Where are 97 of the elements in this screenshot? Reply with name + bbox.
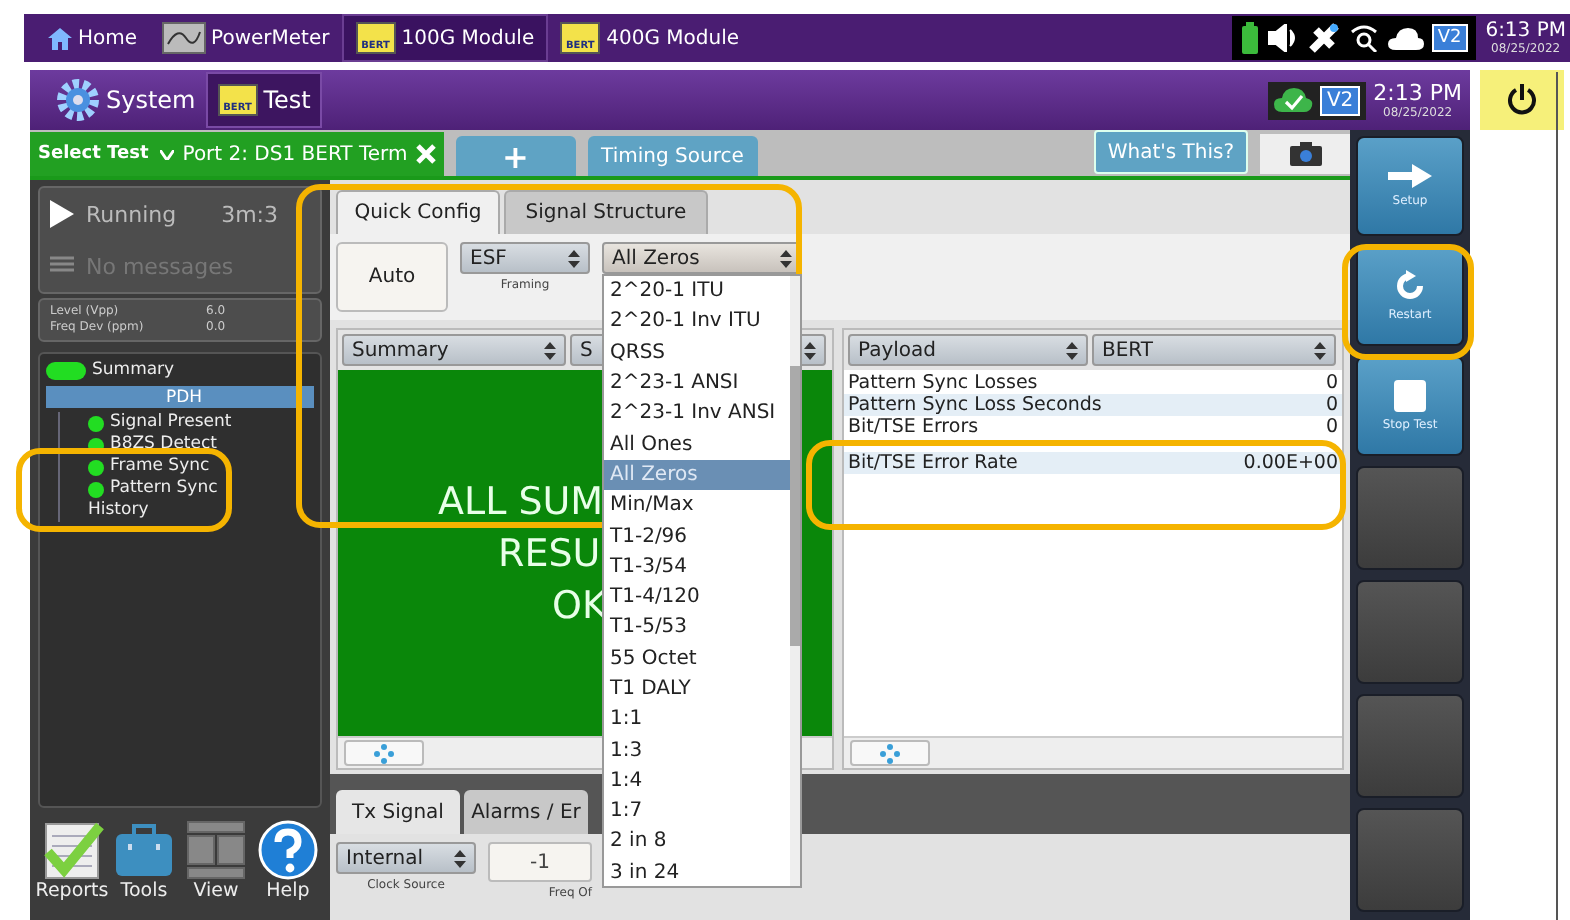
dropdown-option[interactable]: 2^23-1 ANSI [604, 367, 790, 399]
clock-source-select[interactable]: Internal [336, 842, 476, 874]
view-select[interactable]: Summary [342, 334, 566, 366]
run-state: Running [86, 201, 177, 228]
result-name: Bit/TSE Errors [848, 416, 979, 438]
dropdown-option[interactable]: 1:1 [604, 704, 790, 735]
tool-button[interactable]: Help [254, 820, 322, 916]
result-name: Pattern Sync Loss Seconds [848, 394, 1102, 416]
move-button[interactable] [850, 740, 930, 766]
dropdown-option[interactable]: T1-2/96 [604, 520, 790, 552]
tree-item[interactable]: Signal Present [88, 412, 314, 434]
move-icon [374, 743, 394, 763]
chevron-down-icon [160, 149, 175, 159]
result-name: Bit/TSE Error Rate [848, 452, 1018, 474]
step-button[interactable]: -1 [488, 842, 592, 882]
version-badge: V2 [1431, 24, 1468, 52]
camera-icon [1289, 142, 1321, 166]
dropdown-option[interactable]: 2^20-1 Inv ITU [604, 306, 790, 338]
dropdown-option[interactable]: Min/Max [604, 490, 790, 521]
view-select[interactable]: Payload [848, 334, 1088, 366]
layout-icon [184, 820, 248, 880]
summary-message: ALL SUM [438, 477, 604, 527]
dropdown-option[interactable]: 2^20-1 ITU [604, 276, 790, 307]
summary-message: RESU [496, 529, 601, 579]
dropdown-option[interactable]: T1-5/53 [604, 612, 790, 644]
clock-time: 2:13 PM [1373, 81, 1462, 105]
result-value: 0.00E+00 [1243, 452, 1338, 474]
close-icon[interactable] [415, 144, 436, 164]
result-name: Pattern Sync Losses [848, 372, 1038, 394]
tree-item[interactable]: Summary [46, 360, 314, 382]
dropdown-option[interactable]: 1:4 [604, 765, 790, 797]
cloud-check-icon [1274, 86, 1315, 114]
updown-icon [544, 341, 556, 359]
version-badge: V2 [1320, 85, 1360, 115]
power-icon [1506, 84, 1538, 116]
tree-item[interactable]: Pattern Sync [88, 478, 314, 500]
highlight-frame [1342, 244, 1474, 360]
updown-icon [1066, 341, 1078, 359]
dropdown-option[interactable]: All Ones [604, 428, 790, 460]
dropdown-option[interactable]: 2 in 8 [604, 826, 790, 858]
result-value: 0 [1325, 394, 1338, 416]
help-icon [256, 820, 320, 880]
dropdown-option[interactable]: 3 in 24 [604, 857, 790, 886]
scrollbar[interactable] [790, 276, 800, 886]
camera-button[interactable] [1260, 134, 1350, 174]
speaker-icon [1267, 24, 1300, 52]
updown-icon [568, 249, 580, 267]
tool-button[interactable]: Reports [38, 820, 106, 916]
tool-button[interactable]: Tools [110, 820, 178, 916]
toolbox-icon [112, 820, 176, 880]
dropdown-option[interactable]: T1-3/54 [604, 551, 790, 582]
tool-button[interactable]: View [182, 820, 250, 916]
menu-button[interactable]: System [46, 74, 206, 126]
restart-icon [1394, 270, 1426, 302]
gear-icon [56, 78, 100, 122]
tree-item[interactable]: Frame Sync [88, 456, 314, 478]
pattern-select[interactable]: All Zeros [602, 242, 802, 274]
move-button[interactable] [344, 740, 424, 766]
dropdown-option[interactable]: QRSS [604, 337, 790, 368]
blank-softkey[interactable] [1356, 694, 1464, 798]
signal-tab[interactable]: Tx Signal [336, 790, 460, 834]
stop-icon [1394, 380, 1426, 412]
power-button[interactable] [1480, 70, 1564, 130]
play-icon[interactable] [50, 200, 74, 229]
home-icon [48, 27, 72, 49]
signal-tab[interactable]: Alarms / Er [464, 790, 588, 834]
dropdown-option[interactable]: T1 DALY [604, 673, 790, 705]
view-select[interactable]: BERT [1092, 334, 1336, 366]
battery-icon [1239, 22, 1260, 54]
updown-icon [1314, 341, 1326, 359]
meter-icon [161, 22, 206, 54]
updown-icon [454, 849, 466, 867]
dropdown-option[interactable]: T1-4/120 [604, 581, 790, 613]
arrow-right-icon [1388, 164, 1432, 188]
blank-softkey[interactable] [1356, 808, 1464, 912]
message-icon [50, 256, 74, 277]
elapsed-time: 3m:3 [221, 201, 278, 228]
dropdown-option[interactable]: 2^23-1 Inv ANSI [604, 398, 790, 429]
tree-item[interactable]: History [88, 500, 314, 522]
blank-softkey[interactable] [1356, 466, 1464, 570]
dropdown-option[interactable]: 55 Octet [604, 643, 790, 674]
checklist-icon [40, 820, 104, 880]
module-tab[interactable]: PowerMeter [149, 16, 342, 60]
module-tab[interactable]: Home [36, 16, 150, 60]
result-value: 0 [1325, 372, 1338, 394]
config-tab[interactable]: Quick Config [336, 190, 500, 234]
move-icon [880, 743, 900, 763]
framing-select[interactable]: ESF [460, 242, 590, 274]
auto-button[interactable]: Auto [336, 242, 448, 312]
config-tab[interactable]: Signal Structure [504, 190, 708, 234]
result-value: 0 [1325, 416, 1338, 438]
clock-time: 6:13 PM [1485, 20, 1566, 42]
dropdown-option[interactable]: 1:7 [604, 796, 790, 827]
updown-icon [780, 249, 792, 267]
cloud-icon [1387, 26, 1424, 50]
tree-item[interactable]: B8ZS Detect [88, 434, 314, 456]
blank-softkey[interactable] [1356, 580, 1464, 684]
